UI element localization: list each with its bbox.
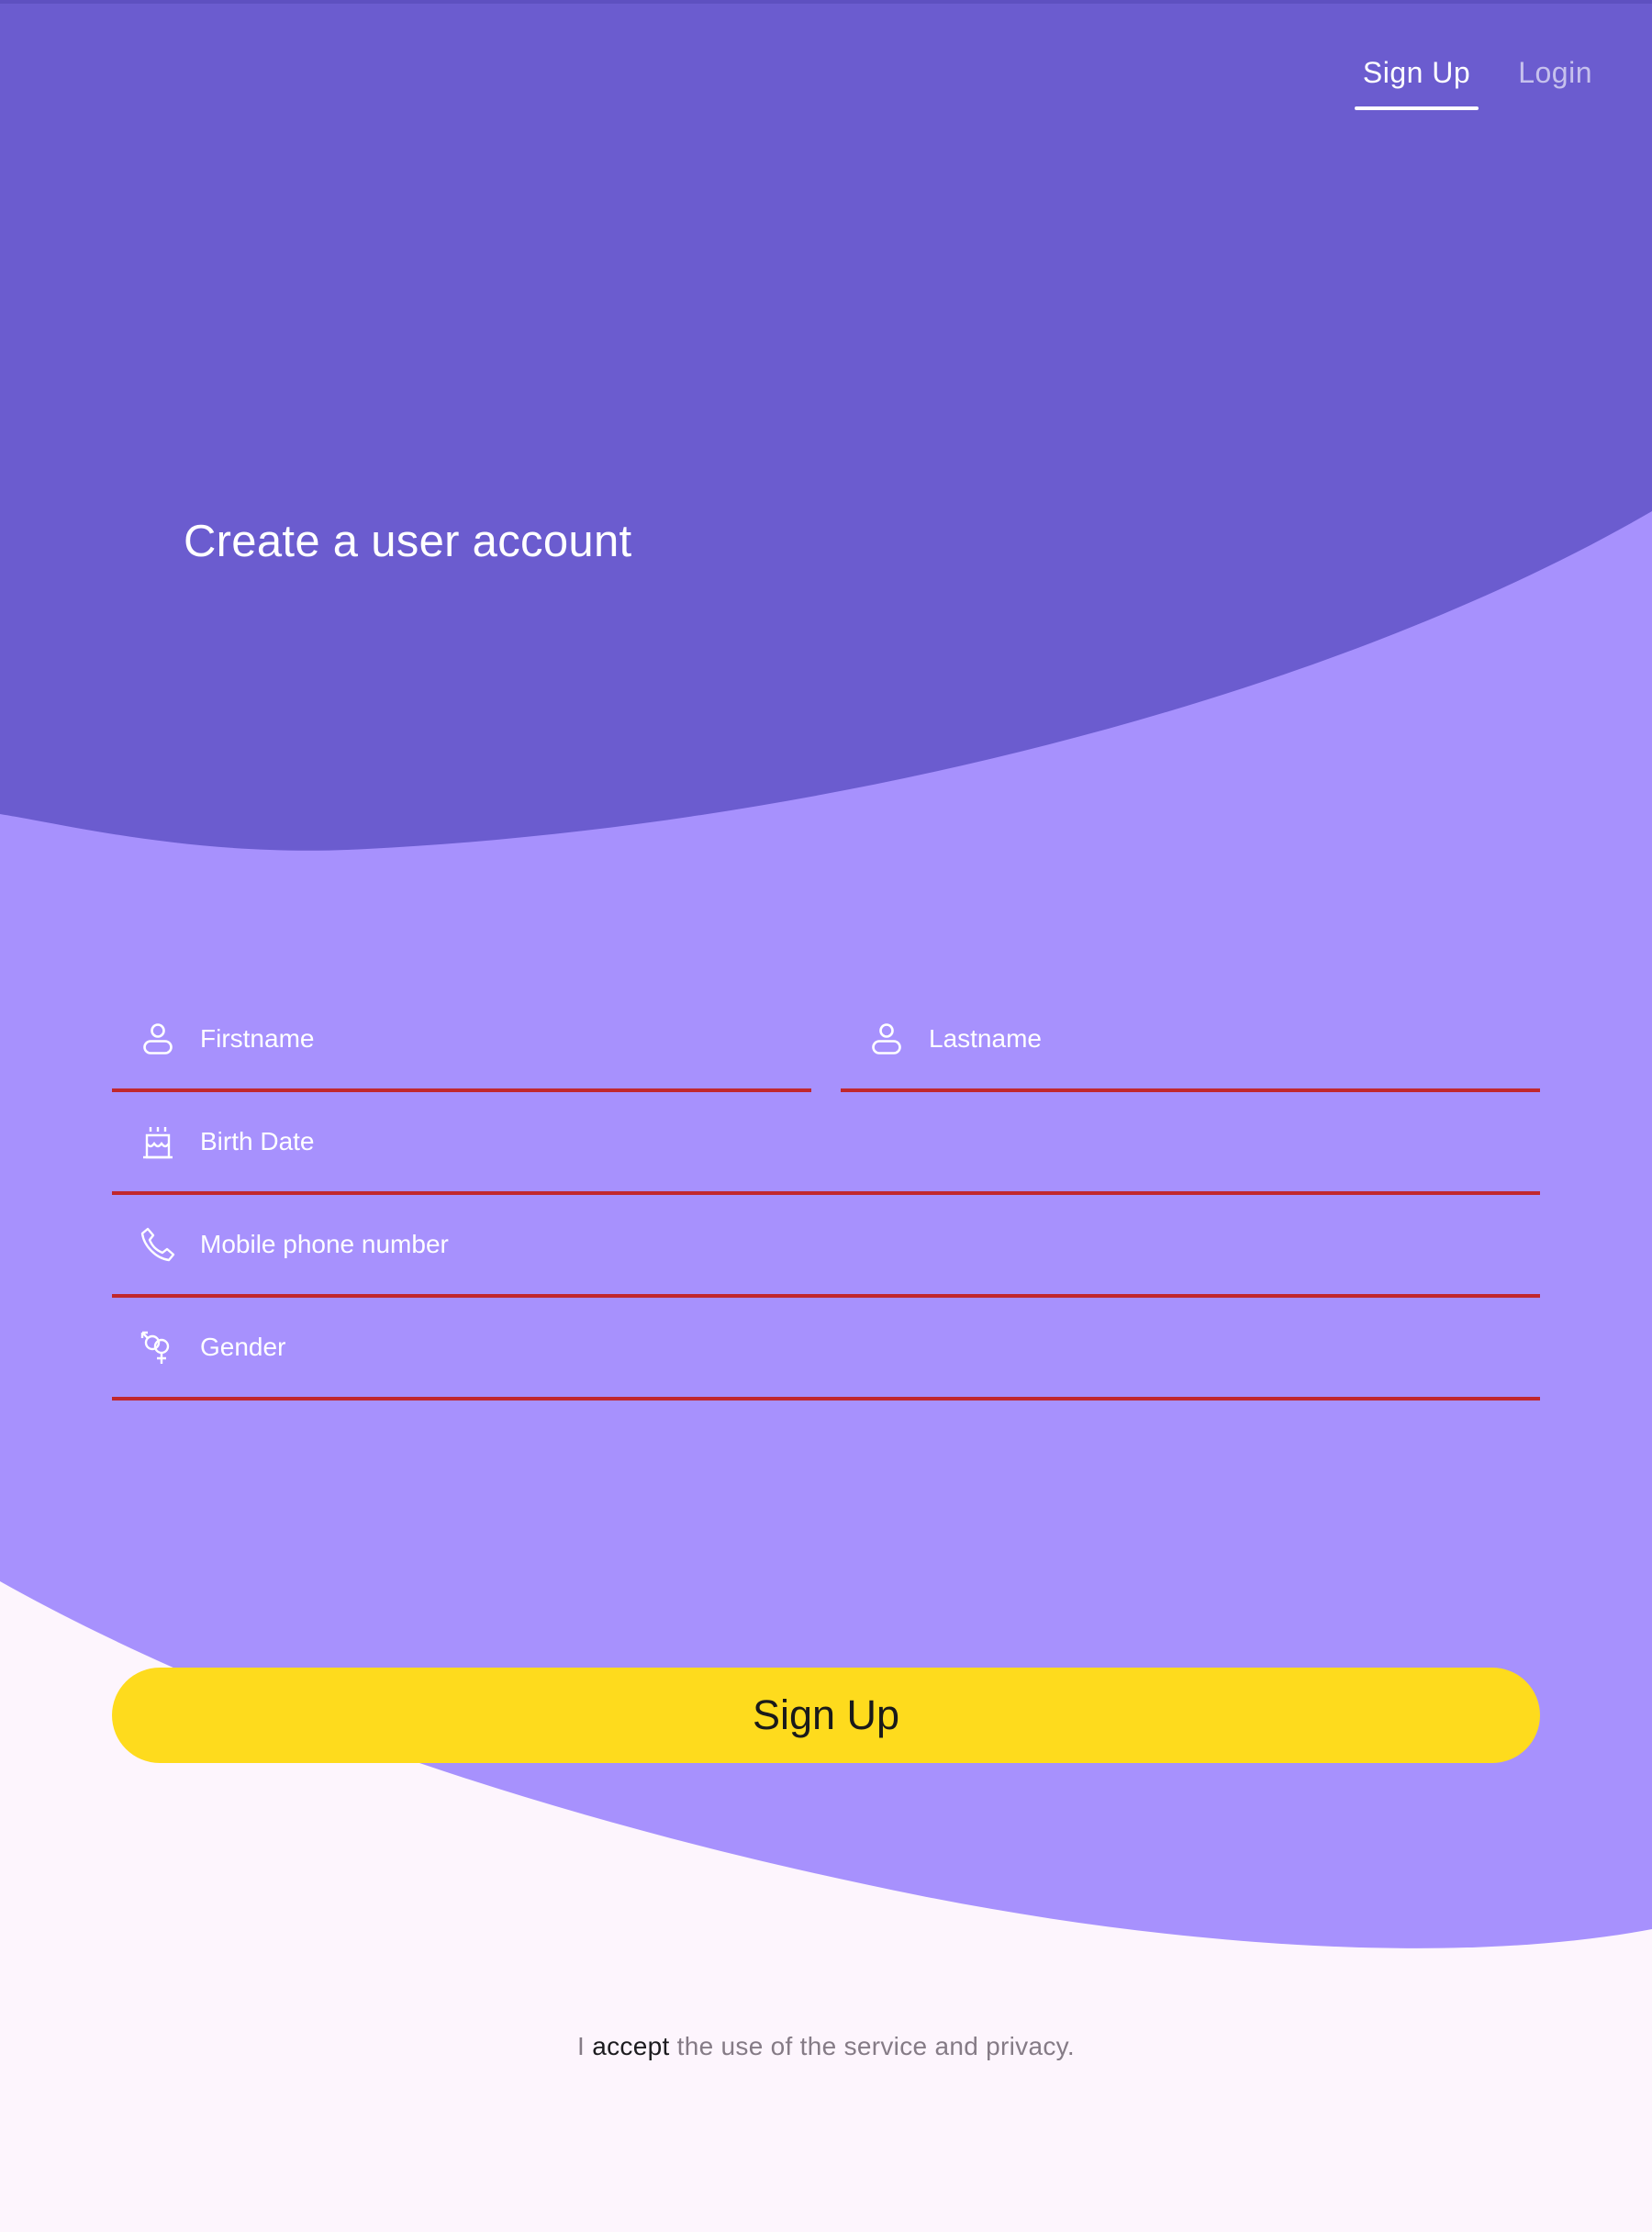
tab-login[interactable]: Login <box>1510 48 1601 110</box>
tab-sign-up[interactable]: Sign Up <box>1354 48 1479 110</box>
gender-icon <box>140 1329 176 1366</box>
phone-field[interactable] <box>112 1195 1540 1298</box>
sign-up-button[interactable]: Sign Up <box>112 1668 1540 1763</box>
birthdate-input[interactable] <box>200 1127 1540 1156</box>
cake-icon <box>140 1123 176 1160</box>
phone-icon <box>140 1226 176 1263</box>
person-icon <box>868 1021 905 1057</box>
top-edge-shadow <box>0 0 1652 4</box>
firstname-input[interactable] <box>200 1024 811 1054</box>
accept-terms-link[interactable]: accept <box>592 2032 669 2060</box>
page-title: Create a user account <box>184 517 632 566</box>
gender-input[interactable] <box>200 1333 1540 1362</box>
auth-tabs: Sign Up Login <box>1323 48 1601 110</box>
terms-prefix: I <box>577 2032 586 2060</box>
lastname-input[interactable] <box>929 1024 1540 1054</box>
terms-notice: I accept the use of the service and priv… <box>0 2032 1652 2061</box>
lastname-field[interactable] <box>841 989 1540 1092</box>
firstname-field[interactable] <box>112 989 811 1092</box>
birthdate-field[interactable] <box>112 1092 1540 1195</box>
person-icon <box>140 1021 176 1057</box>
gender-field[interactable] <box>112 1298 1540 1401</box>
phone-input[interactable] <box>200 1230 1540 1259</box>
terms-suffix: the use of the service and privacy. <box>676 2032 1075 2060</box>
